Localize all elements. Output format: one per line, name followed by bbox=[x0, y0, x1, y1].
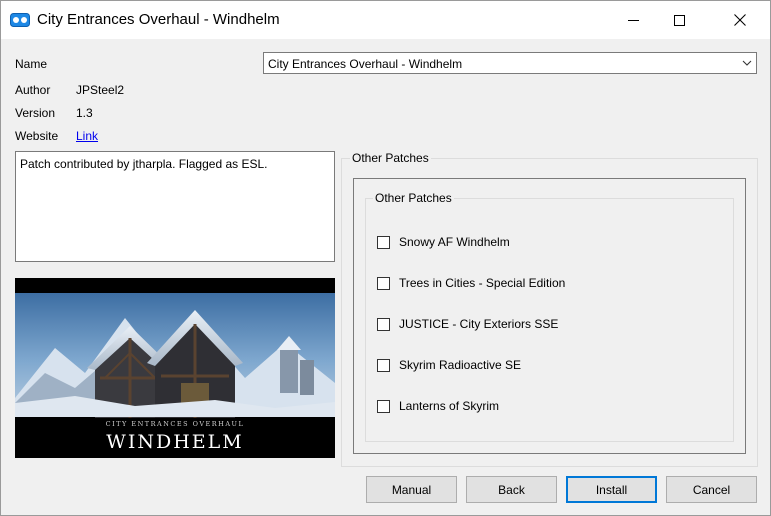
option-label: Snowy AF Windhelm bbox=[399, 235, 510, 249]
image-caption-small: CITY ENTRANCES OVERHAUL bbox=[106, 420, 245, 428]
option-trees-in-cities[interactable]: Trees in Cities - Special Edition bbox=[377, 275, 565, 291]
version-value: 1.3 bbox=[76, 106, 93, 120]
checkbox[interactable] bbox=[377, 276, 390, 290]
other-patches-outer-title: Other Patches bbox=[350, 151, 431, 165]
cancel-button[interactable]: Cancel bbox=[666, 476, 757, 503]
option-skyrim-radioactive[interactable]: Skyrim Radioactive SE bbox=[377, 357, 521, 373]
minimize-icon bbox=[627, 19, 639, 21]
description-textbox[interactable]: Patch contributed by jtharpla. Flagged a… bbox=[15, 151, 335, 262]
option-label: JUSTICE - City Exteriors SSE bbox=[399, 317, 559, 331]
checkbox[interactable] bbox=[377, 317, 390, 331]
maximize-icon bbox=[673, 14, 685, 26]
checkbox[interactable] bbox=[377, 358, 390, 372]
app-icon bbox=[10, 13, 30, 27]
manual-button[interactable]: Manual bbox=[366, 476, 457, 503]
close-button[interactable] bbox=[717, 1, 763, 39]
minimize-button[interactable] bbox=[610, 1, 656, 39]
maximize-button[interactable] bbox=[656, 1, 702, 39]
description-text: Patch contributed by jtharpla. Flagged a… bbox=[20, 157, 268, 171]
checkbox[interactable] bbox=[377, 399, 390, 413]
back-button[interactable]: Back bbox=[466, 476, 557, 503]
option-lanterns-of-skyrim[interactable]: Lanterns of Skyrim bbox=[377, 398, 499, 414]
name-select[interactable]: City Entrances Overhaul - Windhelm bbox=[263, 52, 757, 74]
version-label: Version bbox=[15, 106, 56, 120]
window-title: City Entrances Overhaul - Windhelm bbox=[37, 11, 280, 28]
image-caption-large: WINDHELM bbox=[106, 431, 243, 453]
install-button[interactable]: Install bbox=[566, 476, 657, 503]
mod-image: CITY ENTRANCES OVERHAUL WINDHELM bbox=[15, 278, 335, 458]
option-label: Trees in Cities - Special Edition bbox=[399, 276, 566, 290]
close-icon bbox=[734, 14, 746, 26]
option-label: Lanterns of Skyrim bbox=[399, 399, 500, 413]
author-value: JPSteel2 bbox=[76, 83, 125, 97]
name-label: Name bbox=[15, 57, 48, 71]
checkbox[interactable] bbox=[377, 235, 390, 249]
chevron-down-icon bbox=[742, 60, 752, 66]
title-bar[interactable]: City Entrances Overhaul - Windhelm bbox=[1, 1, 770, 39]
option-label: Skyrim Radioactive SE bbox=[399, 358, 522, 372]
windhelm-illustration: CITY ENTRANCES OVERHAUL WINDHELM bbox=[15, 293, 335, 453]
other-patches-inner-title: Other Patches bbox=[373, 191, 454, 205]
option-justice-city-exteriors[interactable]: JUSTICE - City Exteriors SSE bbox=[377, 316, 558, 332]
name-select-value: City Entrances Overhaul - Windhelm bbox=[268, 57, 463, 71]
website-link[interactable]: Link bbox=[76, 129, 98, 143]
website-label: Website bbox=[15, 129, 59, 143]
installer-window: City Entrances Overhaul - Windhelm Name … bbox=[0, 0, 771, 516]
author-label: Author bbox=[15, 83, 51, 97]
option-snowy-af-windhelm[interactable]: Snowy AF Windhelm bbox=[377, 234, 510, 250]
